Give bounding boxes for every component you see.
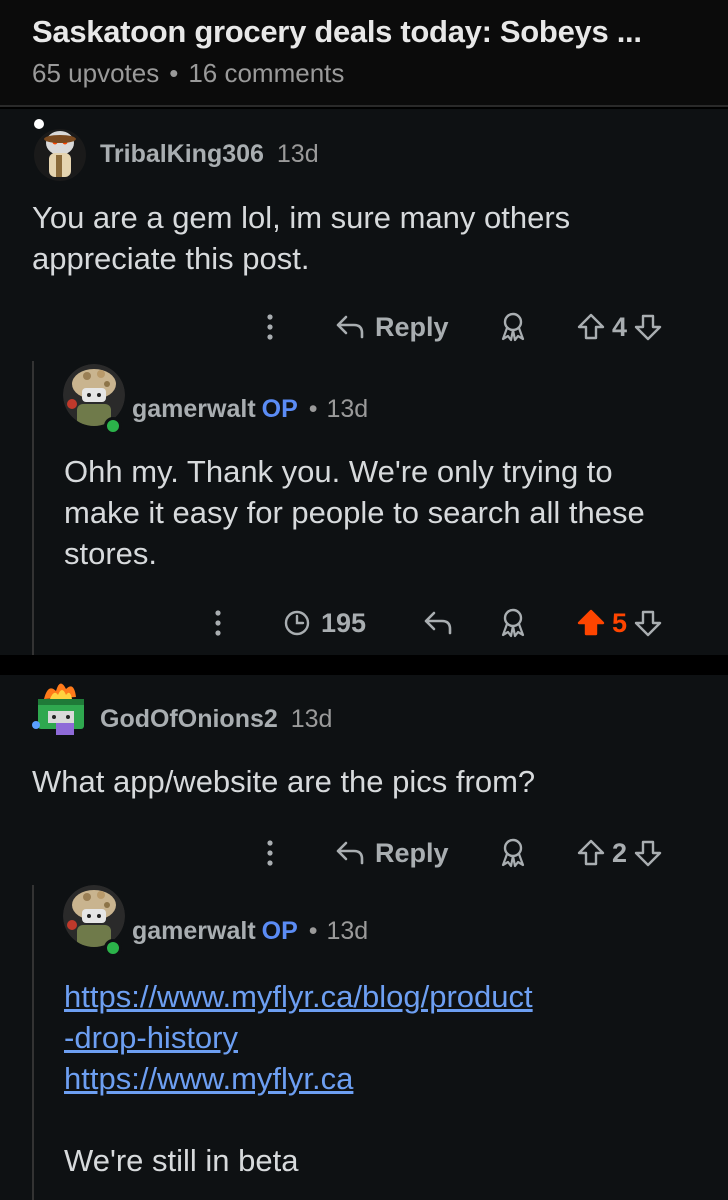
op-badge: OP (261, 395, 298, 423)
meta-separator: • (308, 917, 318, 945)
snoo-avatar-icon (34, 119, 86, 181)
reply-arrow-icon (336, 315, 364, 339)
vote-controls: 2 (576, 833, 663, 873)
more-options-button[interactable] (264, 833, 276, 873)
soldier-avatar-icon (63, 885, 125, 947)
comment-text: Ohh my. Thank you. We're only trying to … (64, 454, 645, 571)
vote-score: 2 (612, 837, 628, 868)
reply-button[interactable]: Reply (335, 307, 449, 347)
reply-label: Reply (375, 837, 449, 868)
link[interactable]: -drop-history (64, 1017, 704, 1058)
reply-button[interactable]: Reply (335, 833, 449, 873)
comment-author-row: gamerwalt OP • 13d (132, 395, 368, 424)
link[interactable]: https://www.myflyr.ca/blog/product (64, 976, 704, 1017)
vote-score: 4 (612, 311, 628, 342)
author-name[interactable]: gamerwalt (132, 917, 256, 945)
reply-button[interactable] (423, 603, 453, 643)
comment-body: https://www.myflyr.ca/blog/product -drop… (64, 976, 704, 1181)
comment-body: Ohh my. Thank you. We're only trying to … (64, 451, 694, 574)
more-vertical-icon (215, 610, 221, 636)
thread-separator (0, 655, 728, 675)
views-icon (284, 610, 310, 636)
comment-body: You are a gem lol, im sure many others a… (32, 197, 672, 279)
upvote-count: 65 upvotes (32, 58, 160, 88)
award-icon (501, 608, 525, 638)
comment-text: We're still in beta (64, 1143, 299, 1178)
downvote-icon[interactable] (633, 312, 663, 342)
timestamp: 13d (290, 705, 333, 733)
award-button[interactable] (498, 833, 528, 873)
reply-arrow-icon (424, 611, 452, 635)
avatar[interactable] (30, 677, 92, 743)
more-vertical-icon (267, 314, 273, 340)
avatar[interactable] (30, 117, 88, 181)
avatar[interactable] (63, 885, 125, 947)
comment-author-row: TribalKing306 13d (100, 140, 319, 169)
upvote-icon[interactable] (576, 608, 606, 638)
reply-arrow-icon (336, 841, 364, 865)
comment-author-row: gamerwalt OP • 13d (132, 917, 368, 946)
comment-action-bar: Reply 4 (0, 307, 728, 347)
upvote-icon[interactable] (576, 312, 606, 342)
online-status-badge (104, 939, 122, 957)
upvote-icon[interactable] (576, 838, 606, 868)
comment-author-row: GodOfOnions2 13d (100, 705, 332, 734)
more-options-button[interactable] (212, 603, 224, 643)
vote-score: 5 (612, 607, 628, 638)
award-icon (501, 838, 525, 868)
link[interactable]: https://www.myflyr.ca (64, 1058, 704, 1099)
downvote-icon[interactable] (633, 838, 663, 868)
vote-controls: 5 (576, 603, 663, 643)
comment-count: 16 comments (188, 58, 345, 88)
comment-body: What app/website are the pics from? (32, 761, 682, 802)
comment-thread: GodOfOnions2 13d What app/website are th… (0, 675, 728, 1200)
views-button[interactable]: 195 (283, 603, 366, 643)
dumpster-fire-avatar-icon (32, 683, 84, 735)
downvote-icon[interactable] (633, 608, 663, 638)
online-status-badge (104, 417, 122, 435)
post-header: Saskatoon grocery deals today: Sobeys ..… (0, 0, 728, 107)
award-button[interactable] (498, 603, 528, 643)
timestamp: 13d (326, 917, 369, 945)
more-options-button[interactable] (264, 307, 276, 347)
author-name[interactable]: GodOfOnions2 (100, 705, 278, 733)
author-name[interactable]: TribalKing306 (100, 140, 264, 168)
post-meta: 65 upvotes • 16 comments (32, 58, 344, 89)
post-title[interactable]: Saskatoon grocery deals today: Sobeys ..… (32, 14, 642, 50)
comment-action-bar: Reply 2 (0, 833, 728, 873)
vote-controls: 4 (576, 307, 663, 347)
comment-thread: TribalKing306 13d You are a gem lol, im … (0, 109, 728, 655)
meta-separator: • (308, 395, 318, 423)
timestamp: 13d (276, 140, 319, 168)
award-button[interactable] (498, 307, 528, 347)
comment-text: You are a gem lol, im sure many others a… (32, 200, 571, 276)
comment-text: What app/website are the pics from? (32, 764, 536, 799)
op-badge: OP (261, 917, 298, 945)
thread-line[interactable] (32, 885, 34, 1200)
reply-label: Reply (375, 311, 449, 342)
author-name[interactable]: gamerwalt (132, 395, 256, 423)
timestamp: 13d (326, 395, 369, 423)
meta-separator: • (169, 58, 179, 88)
view-count: 195 (321, 607, 367, 638)
more-vertical-icon (267, 840, 273, 866)
comment-action-bar: 195 5 (0, 603, 728, 643)
award-icon (501, 312, 525, 342)
